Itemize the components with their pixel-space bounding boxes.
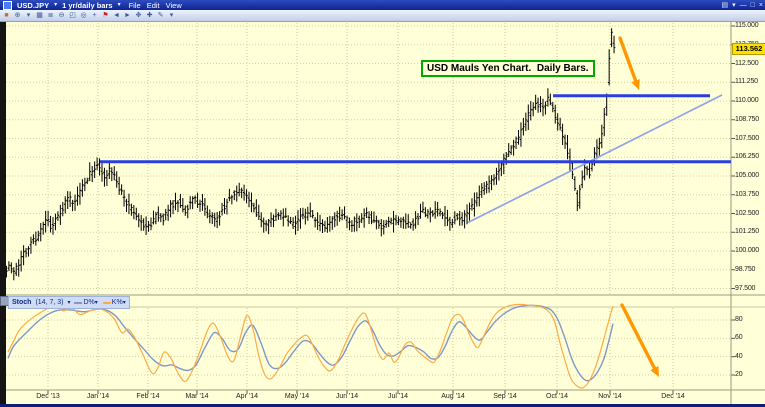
printer-icon[interactable]: ▤	[722, 1, 729, 9]
period-label[interactable]: 1 yr/daily bars	[62, 1, 112, 10]
zoom-out-icon[interactable]: ⊖	[57, 11, 66, 20]
price-axis-label: 100.000	[735, 247, 759, 254]
month-label: Feb '14	[136, 393, 159, 400]
month-label: Jul '14	[388, 393, 408, 400]
crosshair-icon[interactable]: +	[90, 11, 99, 20]
price-axis-label: 115.000	[735, 22, 758, 29]
cross-icon[interactable]: ✚	[145, 11, 154, 20]
price-axis-label: 110.000	[735, 97, 758, 104]
layout-caret-icon[interactable]: ▾	[732, 1, 736, 9]
maximize-icon[interactable]: □	[751, 2, 755, 9]
window-controls: ▤▾ — □ ×	[722, 0, 763, 10]
symbol-caret-icon[interactable]: ▾	[54, 2, 57, 8]
symbol-label[interactable]: USD.JPY	[17, 1, 49, 10]
price-axis-label: 112.500	[735, 60, 758, 67]
arrowhead-icon	[631, 79, 640, 90]
price-chart-canvas[interactable]	[0, 0, 765, 407]
last-price-badge: 113.562	[732, 43, 765, 55]
pencil-icon[interactable]: ✎	[156, 11, 165, 20]
legend-caret-icon[interactable]: ▾	[95, 300, 98, 306]
month-label: Dec '13	[36, 393, 60, 400]
stoch-params: (14, 7, 3)	[35, 299, 63, 306]
legend-dash-icon	[103, 302, 111, 304]
price-axis-label: 103.750	[735, 191, 759, 198]
pointer-right-icon[interactable]: ►	[123, 11, 132, 20]
annotation-box[interactable]: USD Mauls Yen Chart. Daily Bars.	[421, 60, 595, 77]
price-axis-label: 97.500	[735, 285, 755, 292]
month-label: Nov '14	[598, 393, 622, 400]
price-axis-label: 106.250	[735, 153, 759, 160]
legend-item-k: K%▾	[103, 299, 126, 306]
indicator-icon[interactable]: ≣	[46, 11, 55, 20]
month-label: Dec '14	[661, 393, 685, 400]
flag-icon[interactable]: ⚑	[101, 11, 110, 20]
price-axis-label: 105.000	[735, 172, 759, 179]
price-axis-label: 108.750	[735, 116, 759, 123]
month-label: Oct '14	[546, 393, 568, 400]
stoch-axis-label: 80	[735, 316, 742, 323]
minimize-icon[interactable]: —	[740, 2, 747, 9]
period-caret-icon[interactable]: ▾	[118, 2, 121, 8]
zoom-in-icon[interactable]: ⊕	[13, 11, 22, 20]
price-axis-label: 98.750	[735, 266, 755, 273]
stoch-header[interactable]: Stoch (14, 7, 3) ▾ D%▾K%▾	[8, 296, 130, 309]
caret-down-2-icon[interactable]: ▾	[167, 11, 176, 20]
zoom-window-icon[interactable]: ◰	[68, 11, 77, 20]
close-icon[interactable]: ×	[759, 2, 763, 9]
toolbar: ■⊕▾▦≣⊖◰◎+⚑◄►✥✚✎▾	[0, 10, 765, 22]
legend-label: D%	[83, 299, 94, 306]
month-label: Mar '14	[185, 393, 208, 400]
month-label: Apr '14	[236, 393, 258, 400]
legend-label: K%	[112, 299, 123, 306]
stoch-axis-label: 40	[735, 353, 742, 360]
left-edge-scrollbar[interactable]	[0, 22, 6, 404]
menu-file[interactable]: File	[129, 1, 141, 10]
month-label: Jan '14	[87, 393, 109, 400]
stoch-d-line	[8, 305, 613, 381]
month-label: Jun '14	[336, 393, 358, 400]
menu-view[interactable]: View	[166, 1, 182, 10]
stoch-axis-label: 20	[735, 371, 742, 378]
app-icon	[3, 1, 12, 10]
legend-caret-icon[interactable]: ▾	[123, 300, 126, 306]
month-label: May '14	[285, 393, 309, 400]
menu-bar: File Edit View	[126, 1, 185, 10]
chart-style-icon[interactable]: ▦	[35, 11, 44, 20]
caret-down-icon[interactable]: ▾	[24, 11, 33, 20]
pan-icon[interactable]: ✥	[134, 11, 143, 20]
titlebar: USD.JPY ▾ 1 yr/daily bars ▾ File Edit View…	[0, 0, 765, 10]
down-arrow-stoch[interactable]	[622, 305, 654, 368]
legend-item-d: D%▾	[74, 299, 97, 306]
zoom-reset-icon[interactable]: ◎	[79, 11, 88, 20]
legend-dash-icon	[74, 302, 82, 304]
month-label: Aug '14	[441, 393, 465, 400]
menu-edit[interactable]: Edit	[147, 1, 160, 10]
month-label: Sep '14	[493, 393, 517, 400]
chart-window: USD.JPY ▾ 1 yr/daily bars ▾ File Edit View…	[0, 0, 765, 407]
pointer-left-icon[interactable]: ◄	[112, 11, 121, 20]
stoch-k-line	[8, 304, 613, 388]
price-axis-label: 107.500	[735, 135, 759, 142]
palette-icon[interactable]: ■	[2, 11, 11, 20]
price-axis-label: 111.250	[735, 78, 758, 85]
stoch-legend: D%▾K%▾	[74, 299, 125, 306]
stoch-axis-label: 60	[735, 334, 742, 341]
stoch-settings-caret-icon[interactable]: ▾	[67, 300, 70, 306]
stoch-label: Stoch	[12, 299, 31, 306]
price-axis-label: 101.250	[735, 228, 759, 235]
price-axis-label: 102.500	[735, 210, 759, 217]
